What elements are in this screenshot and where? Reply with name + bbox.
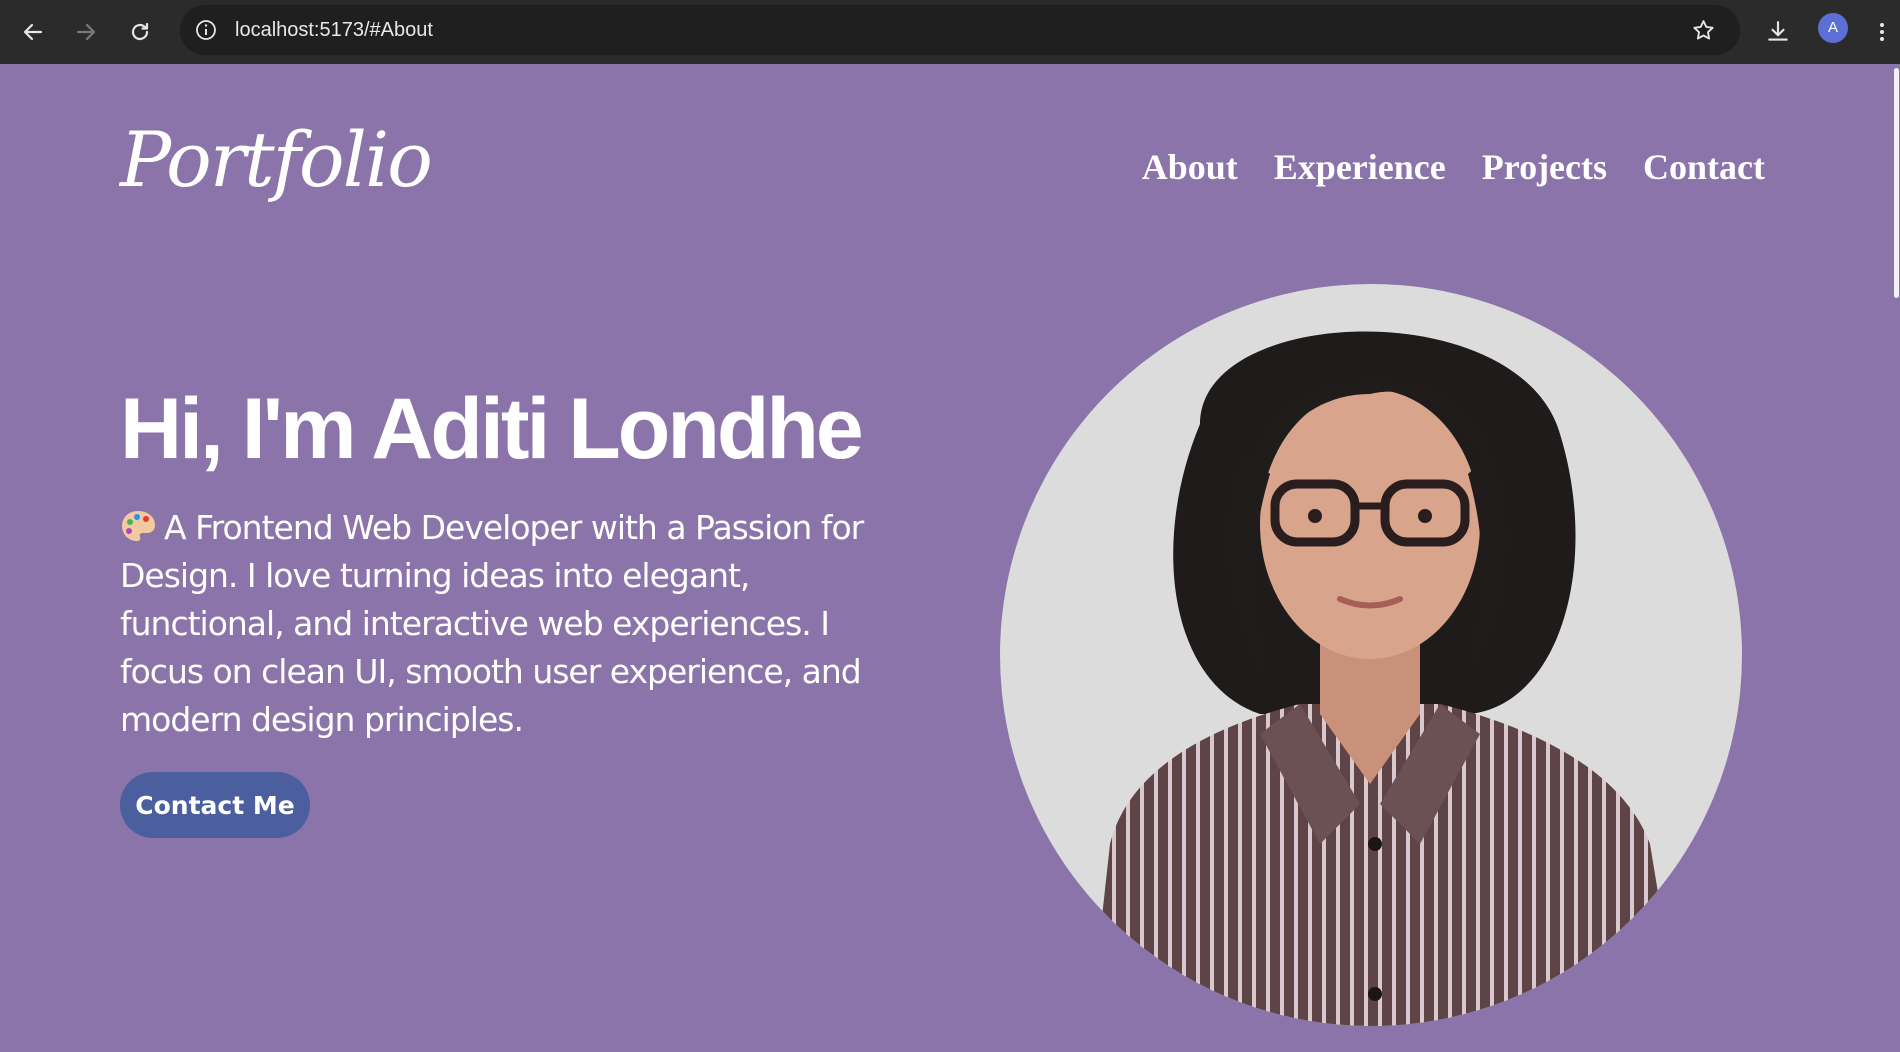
bookmark-star-icon[interactable] bbox=[1691, 18, 1716, 43]
nav-link-projects[interactable]: Projects bbox=[1482, 146, 1607, 188]
reload-icon bbox=[131, 22, 149, 41]
page-scrollbar[interactable] bbox=[1892, 64, 1900, 1052]
browser-toolbar: localhost:5173/#About A bbox=[0, 0, 1900, 64]
site-info-icon[interactable] bbox=[194, 18, 218, 42]
arrow-right-icon bbox=[76, 23, 96, 41]
artist-palette-icon bbox=[122, 511, 155, 541]
contact-me-button[interactable]: Contact Me bbox=[120, 772, 310, 838]
more-vertical-icon bbox=[1880, 23, 1884, 41]
hero-description: A Frontend Web Developer with a Passion … bbox=[120, 504, 920, 744]
nav-link-experience[interactable]: Experience bbox=[1274, 146, 1446, 188]
scrollbar-thumb[interactable] bbox=[1894, 68, 1899, 298]
url-text[interactable]: localhost:5173/#About bbox=[235, 5, 433, 55]
back-button[interactable] bbox=[13, 12, 53, 52]
hero-description-text: A Frontend Web Developer with a Passion … bbox=[120, 508, 864, 739]
downloads-button[interactable] bbox=[1758, 12, 1798, 52]
browser-menu-button[interactable] bbox=[1868, 12, 1896, 52]
site-logo[interactable]: Portfolio bbox=[120, 122, 433, 198]
arrow-left-icon bbox=[23, 23, 43, 41]
profile-photo bbox=[1000, 284, 1742, 1026]
site-nav: About Experience Projects Contact bbox=[1142, 146, 1765, 188]
address-bar[interactable]: localhost:5173/#About bbox=[180, 5, 1740, 55]
hero-title: Hi, I'm Aditi Londhe bbox=[120, 381, 864, 477]
reload-button[interactable] bbox=[120, 12, 160, 52]
forward-button[interactable] bbox=[66, 12, 106, 52]
nav-link-about[interactable]: About bbox=[1142, 146, 1238, 188]
page-content: Portfolio About Experience Projects Cont… bbox=[0, 64, 1900, 1052]
nav-link-contact[interactable]: Contact bbox=[1643, 146, 1765, 188]
download-icon bbox=[1768, 21, 1788, 41]
profile-avatar[interactable]: A bbox=[1818, 13, 1848, 43]
